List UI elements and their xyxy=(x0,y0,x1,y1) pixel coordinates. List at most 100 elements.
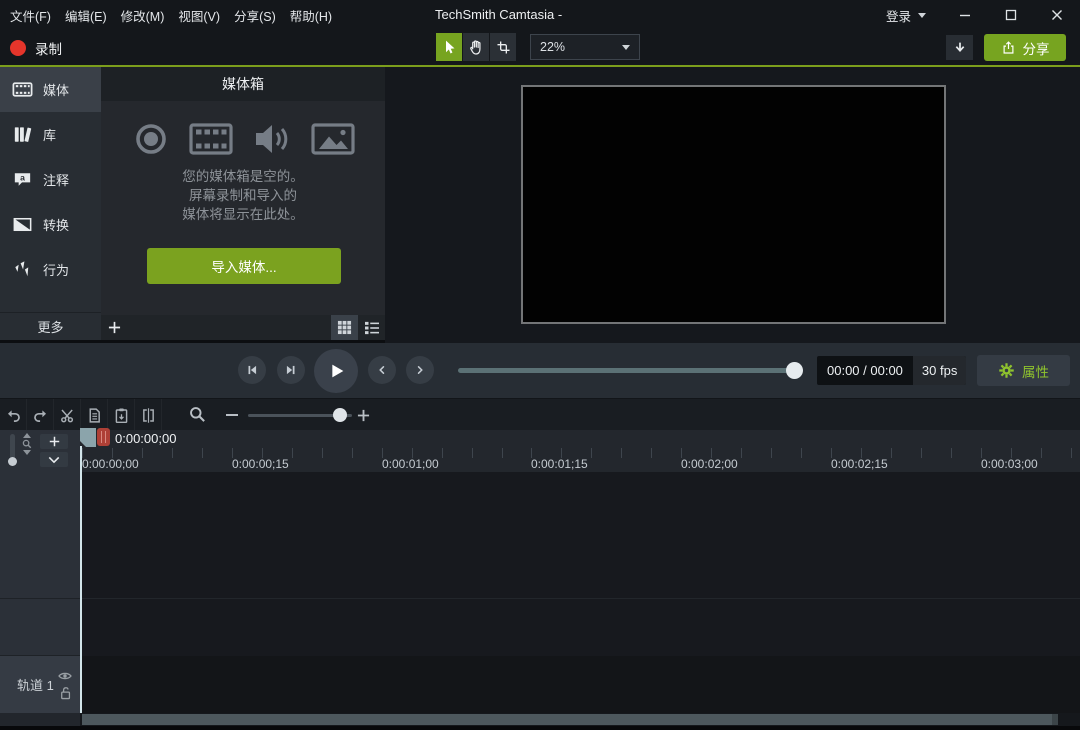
share-label: 分享 xyxy=(1023,38,1050,58)
login-menu[interactable]: 登录 xyxy=(870,0,942,30)
redo-button[interactable] xyxy=(27,399,54,431)
caret-down-icon[interactable] xyxy=(23,450,31,455)
behaviors-icon xyxy=(11,258,34,281)
sidebar-item-transitions[interactable]: 转换 xyxy=(0,202,101,247)
maximize-button[interactable] xyxy=(988,0,1034,30)
track-lock-toggle[interactable] xyxy=(60,686,72,700)
menu-items: 文件(F) 编辑(E) 修改(M) 视图(V) 分享(S) 帮助(H) xyxy=(10,0,332,30)
media-bin-empty-message: 您的媒体箱是空的。 屏幕录制和导入的 媒体将显示在此处。 xyxy=(101,167,385,224)
playhead-out-handle[interactable] xyxy=(97,428,110,446)
plus-icon xyxy=(49,436,60,447)
menu-help[interactable]: 帮助(H) xyxy=(290,6,332,25)
track-visibility-toggle[interactable] xyxy=(58,671,72,681)
time-display: 00:00 / 00:00 30 fps xyxy=(817,356,966,385)
playback-controls: 00:00 / 00:00 30 fps 属性 xyxy=(0,343,1080,398)
cut-button[interactable] xyxy=(54,399,81,431)
jump-to-start-button[interactable] xyxy=(238,356,266,384)
undo-button[interactable] xyxy=(0,399,27,431)
playhead-flag[interactable] xyxy=(80,428,98,448)
image-icon xyxy=(310,119,356,159)
crop-tool-button[interactable] xyxy=(490,33,516,61)
playback-scrubber-thumb[interactable] xyxy=(786,362,803,379)
sidebar-item-label: 库 xyxy=(43,125,56,144)
add-media-button[interactable] xyxy=(101,315,128,340)
step-forward-button[interactable] xyxy=(277,356,305,384)
play-icon xyxy=(325,360,347,382)
minimize-button[interactable] xyxy=(942,0,988,30)
chevron-down-icon xyxy=(48,456,60,464)
timeline-body: 轨道 1 xyxy=(0,472,1080,713)
track-height-slider-thumb[interactable] xyxy=(8,457,17,466)
media-bin-title: 媒体箱 xyxy=(222,74,264,94)
menu-modify[interactable]: 修改(M) xyxy=(121,6,165,25)
menu-file[interactable]: 文件(F) xyxy=(10,6,51,25)
fps-display[interactable]: 30 fps xyxy=(913,356,966,385)
download-icon xyxy=(952,40,968,56)
next-clip-button[interactable] xyxy=(406,356,434,384)
cursor-tool-button[interactable] xyxy=(436,33,462,61)
sidebar-item-annotations[interactable]: a 注释 xyxy=(0,157,101,202)
grid-view-button[interactable] xyxy=(331,315,358,340)
sidebar-item-label: 转换 xyxy=(43,215,69,234)
eye-icon xyxy=(58,671,72,681)
unlock-icon xyxy=(60,686,72,700)
share-button[interactable]: 分享 xyxy=(984,34,1066,61)
previous-clip-button[interactable] xyxy=(368,356,396,384)
plus-icon xyxy=(357,409,370,422)
sidebar-item-media[interactable]: 媒体 xyxy=(0,67,101,112)
timeline-ruler[interactable]: 0:00:00;00 0:00:00;00 0:00:00;15 0:00:01… xyxy=(0,430,1080,472)
copy-button[interactable] xyxy=(81,399,108,431)
window-bottom-edge xyxy=(0,726,1080,730)
timeline-zoom-slider-thumb[interactable] xyxy=(333,408,347,422)
preview-canvas[interactable] xyxy=(521,85,946,324)
close-button[interactable] xyxy=(1034,0,1080,30)
track-1-lane[interactable] xyxy=(80,656,1080,713)
playback-scrubber-track[interactable] xyxy=(458,368,800,373)
recording-icon xyxy=(131,119,171,159)
add-track-button[interactable] xyxy=(40,434,68,449)
transition-icon xyxy=(11,213,34,236)
paste-icon xyxy=(113,407,130,424)
sidebar-item-behaviors[interactable]: 行为 xyxy=(0,247,101,292)
media-bin-bottom-bar xyxy=(101,315,385,340)
timeline-gutter-controls xyxy=(0,430,80,472)
menu-view[interactable]: 视图(V) xyxy=(178,6,220,25)
login-label: 登录 xyxy=(886,6,911,25)
grid-view-icon xyxy=(337,320,352,335)
timeline-scrollbar-row xyxy=(0,713,1080,726)
list-view-button[interactable] xyxy=(358,315,385,340)
play-button[interactable] xyxy=(314,349,358,393)
main-toolbar: 录制 22% xyxy=(0,30,1080,65)
hand-icon xyxy=(467,38,485,56)
close-icon xyxy=(1051,9,1063,21)
sidebar-item-library[interactable]: 库 xyxy=(0,112,101,157)
menu-edit[interactable]: 编辑(E) xyxy=(65,6,107,25)
collapse-tracks-button[interactable] xyxy=(40,452,68,467)
timeline-zoom-button[interactable] xyxy=(188,405,207,424)
paste-button[interactable] xyxy=(108,399,135,431)
timeline-zoom-out-button[interactable] xyxy=(226,414,238,416)
import-media-button[interactable]: 导入媒体... xyxy=(147,248,341,284)
canvas-zoom-select[interactable]: 22% xyxy=(530,34,640,60)
playhead-line[interactable] xyxy=(80,446,82,713)
timeline-zoom-in-button[interactable] xyxy=(357,409,370,422)
caret-up-icon[interactable] xyxy=(23,433,31,438)
timeline-track-area[interactable] xyxy=(80,472,1080,713)
track-1-header[interactable]: 轨道 1 xyxy=(0,655,80,713)
menu-share[interactable]: 分享(S) xyxy=(234,6,276,25)
timeline-toolbar xyxy=(0,398,1080,430)
horizontal-scrollbar[interactable] xyxy=(82,714,1058,725)
properties-button[interactable]: 属性 xyxy=(977,355,1070,386)
media-bin-empty-icons xyxy=(101,119,385,159)
media-clip-icon xyxy=(11,78,34,101)
record-label: 录制 xyxy=(35,38,62,58)
pan-tool-button[interactable] xyxy=(463,33,489,61)
export-download-button[interactable] xyxy=(946,35,973,60)
sidebar-more-button[interactable]: 更多 xyxy=(0,312,101,340)
properties-label: 属性 xyxy=(1022,361,1049,381)
record-button[interactable]: 录制 xyxy=(10,30,62,65)
svg-text:a: a xyxy=(20,172,25,182)
empty-message-line: 您的媒体箱是空的。 xyxy=(101,167,385,186)
split-button[interactable] xyxy=(135,399,162,431)
window-title: TechSmith Camtasia - xyxy=(435,0,562,30)
